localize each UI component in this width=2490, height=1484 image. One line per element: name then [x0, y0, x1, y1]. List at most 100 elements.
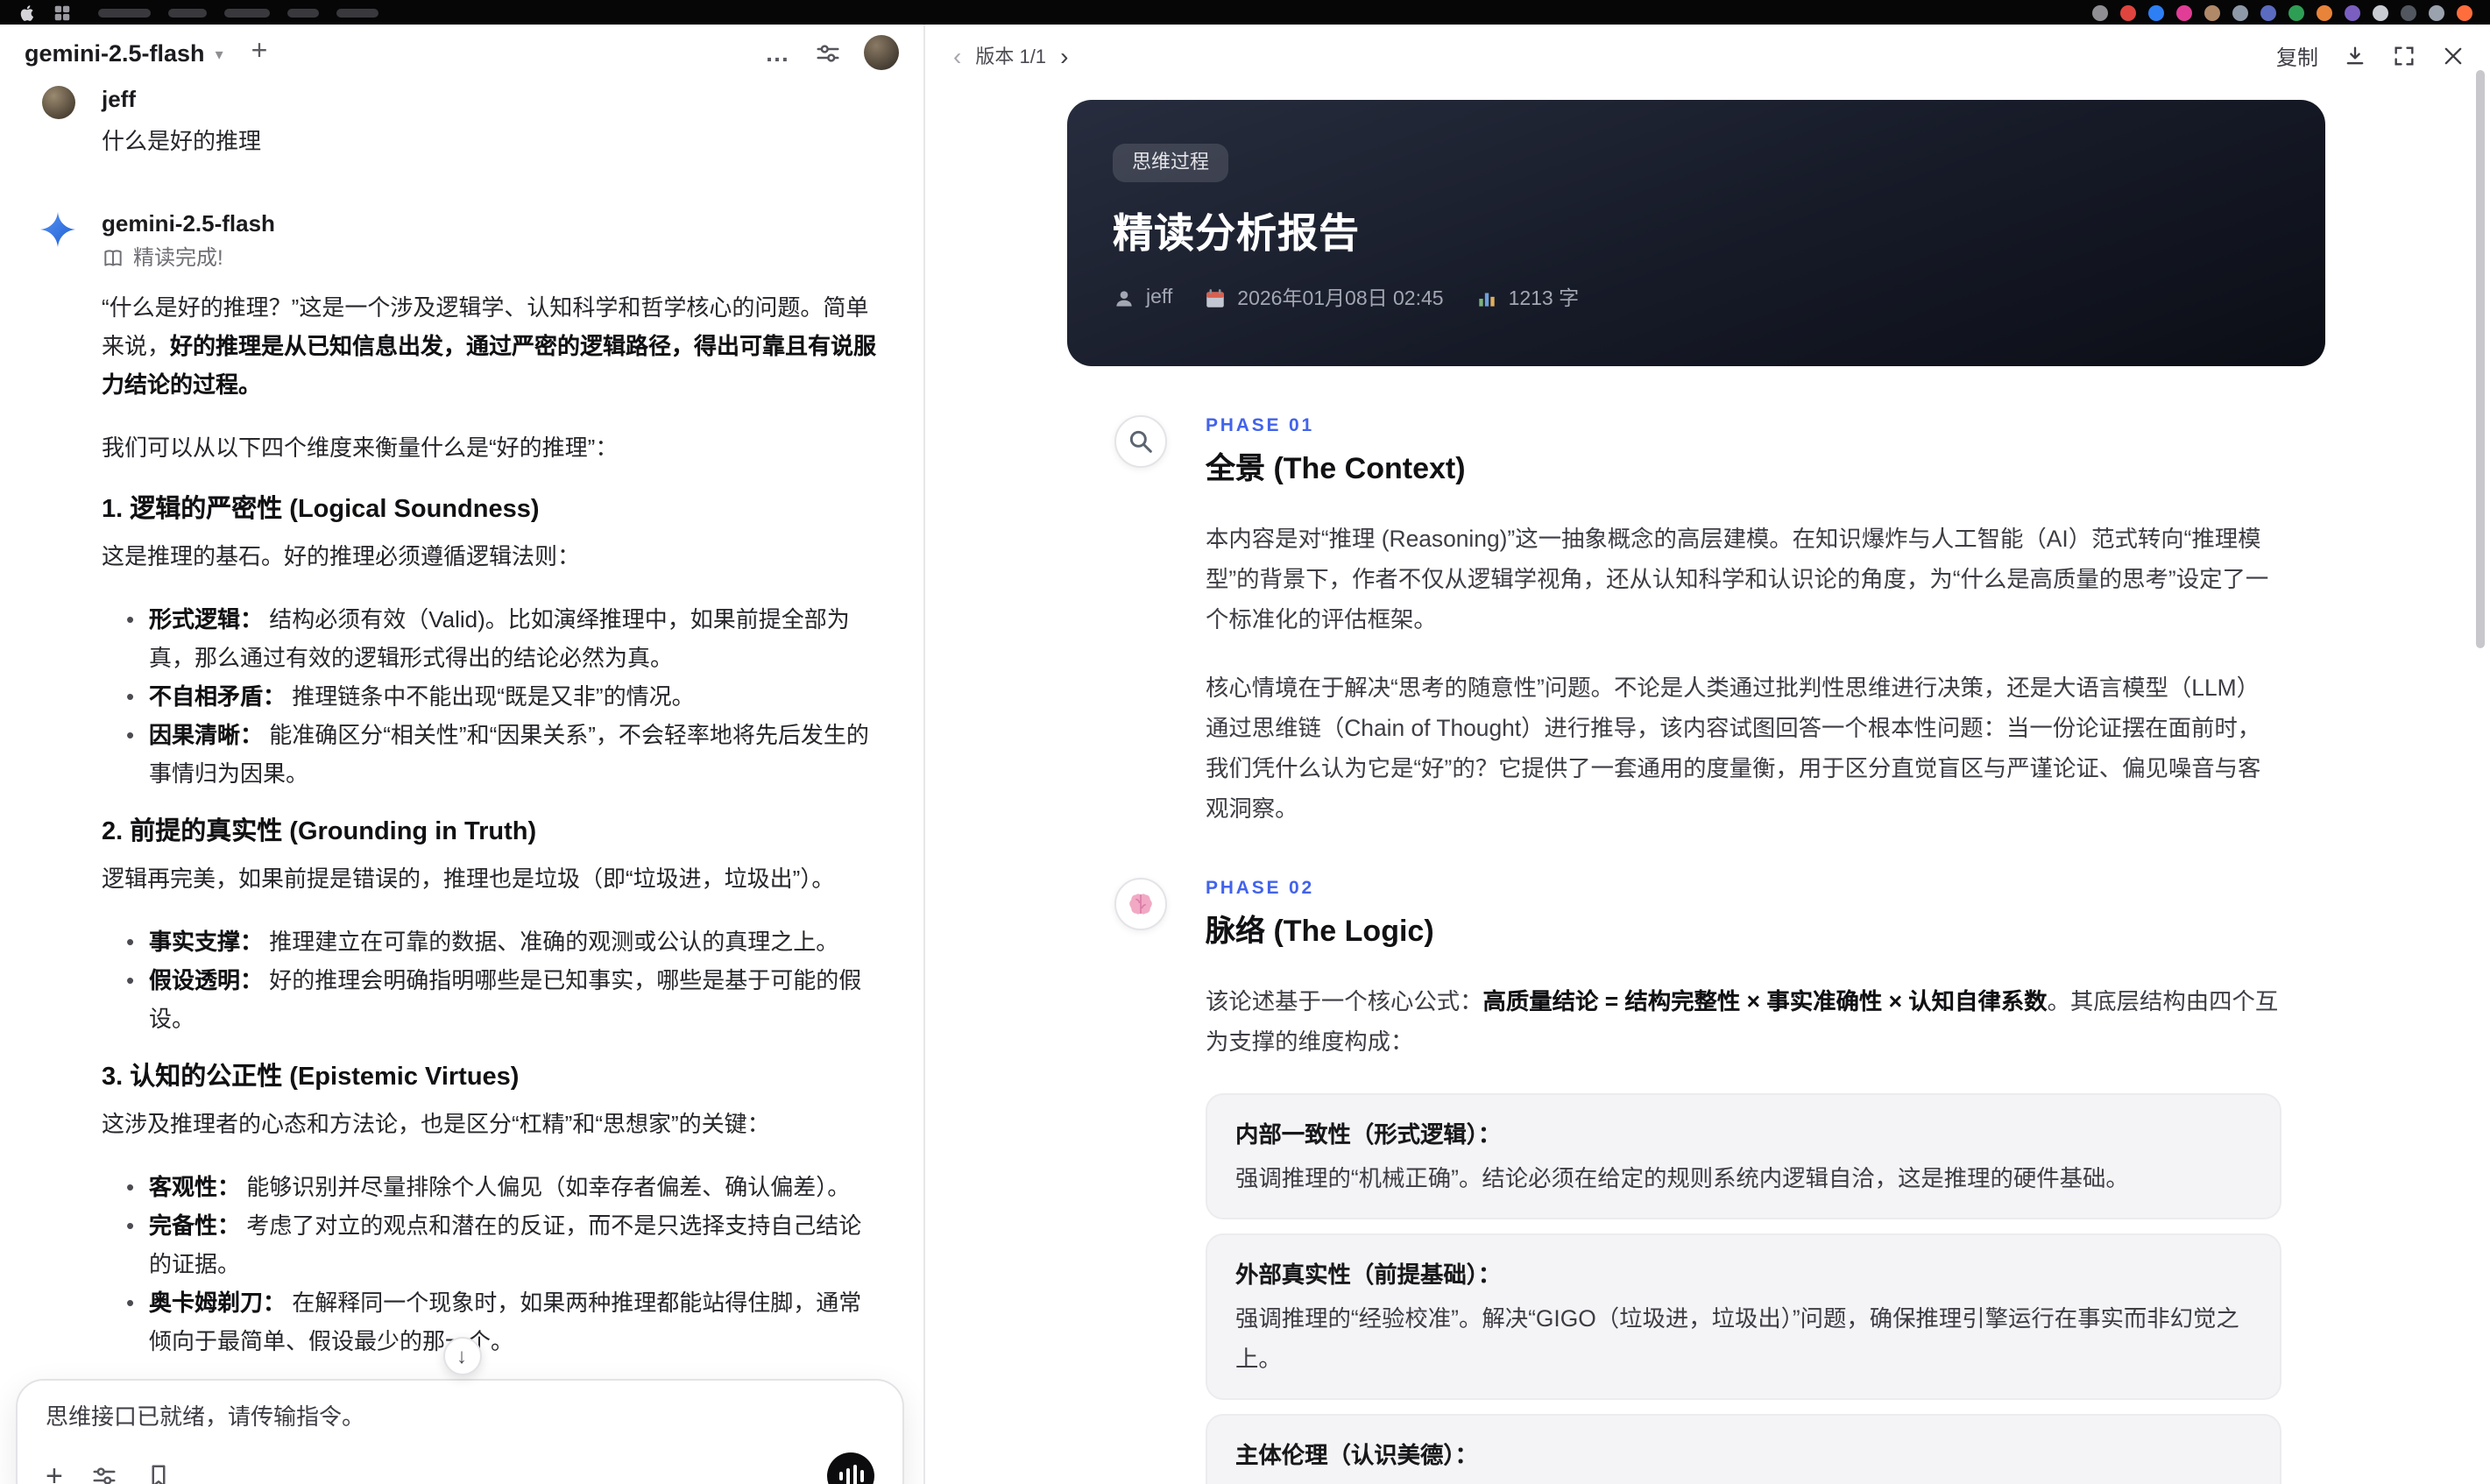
apple-icon[interactable]: [18, 3, 37, 22]
chart-icon: [1475, 286, 1498, 309]
author-name: jeff: [1146, 287, 1173, 308]
bullet-item: 形式逻辑： 结构必须有效（Valid)。比如演绎推理中，如果前提全部为真，那么通…: [126, 601, 878, 678]
report-title: 精读分析报告: [1113, 210, 1360, 256]
version-prev-button[interactable]: ‹: [950, 44, 965, 68]
word-count: 1213 字: [1508, 289, 1580, 310]
bullet-item: 事实支撑： 推理建立在可靠的数据、准确的观测或公认的真理之上。: [126, 923, 878, 962]
bookmark-icon[interactable]: [145, 1463, 172, 1484]
phase-title: 脉络 (The Logic): [1206, 915, 1434, 948]
search-icon: [1114, 415, 1167, 468]
reading-status: 精读完成!: [102, 245, 878, 272]
close-icon[interactable]: [2441, 44, 2465, 68]
phase-paragraph: 核心情境在于解决“思考的随意性”问题。不论是人类通过批判性思维进行决策，还是大语…: [1206, 675, 2261, 822]
phase-paragraph: 本内容是对“推理 (Reasoning)”这一抽象概念的高层建模。在知识爆炸与人…: [1206, 526, 2269, 632]
status-app-icon-6[interactable]: [2232, 4, 2248, 20]
phase-content: PHASE 02 脉络 (The Logic) 该论述基于一个核心公式：高质量结论 …: [1206, 878, 2281, 1484]
message-author: gemini-2.5-flash: [102, 210, 275, 237]
status-app-icon-14[interactable]: [2457, 4, 2472, 20]
document-view[interactable]: 思维过程 精读分析报告 jeff 2026年01月08日 02:45 1213 …: [925, 82, 2490, 1484]
section-lead: 这涉及推理者的心态和方法论，也是区分“杠精”和“思想家”的关键：: [102, 1111, 770, 1137]
composer: +: [16, 1379, 904, 1484]
card-title: 外部真实性（前提基础）：: [1235, 1261, 1502, 1288]
bullet-item: 因果清晰： 能准确区分“相关性”和“因果关系”，不会轻率地将先后发生的事情归为因…: [126, 717, 878, 794]
menu-item[interactable]: [287, 8, 319, 17]
bullet-item: 客观性： 能够识别并尽量排除个人偏见（如幸存者偏差、确认偏差）。: [126, 1169, 878, 1207]
report-badge: 思维过程: [1113, 144, 1228, 182]
voice-input-button[interactable]: [827, 1452, 874, 1484]
report-date: 2026年01月08日 02:45: [1237, 289, 1444, 310]
status-app-icon-2[interactable]: [2120, 4, 2136, 20]
chevron-down-icon[interactable]: ▾: [216, 45, 223, 64]
date-meta: 2026年01月08日 02:45: [1204, 284, 1444, 312]
phase-content: PHASE 01 全景 (The Context) 本内容是对“推理 (Reason…: [1206, 415, 2281, 829]
status-app-icon-5[interactable]: [2204, 4, 2220, 20]
status-app-icon-12[interactable]: [2401, 4, 2416, 20]
bullet-list: 客观性： 能够识别并尽量排除个人偏见（如幸存者偏差、确认偏差）。完备性： 考虑了…: [102, 1169, 878, 1361]
more-options-button[interactable]: …: [765, 39, 792, 67]
menu-items: [98, 8, 378, 17]
report-meta: jeff 2026年01月08日 02:45 1213 字: [1113, 284, 2280, 312]
phase-1: PHASE 01 全景 (The Context) 本内容是对“推理 (Reason…: [1114, 415, 2325, 829]
wordcount-meta: 1213 字: [1475, 284, 1580, 312]
app-window: gemini-2.5-flash ▾ + … jeff 什么是好的推理 gemi…: [0, 25, 2490, 1484]
status-app-icon-4[interactable]: [2176, 4, 2192, 20]
status-app-icon-3[interactable]: [2148, 4, 2164, 20]
status-app-icon-9[interactable]: [2317, 4, 2332, 20]
message-input[interactable]: [46, 1402, 874, 1428]
menu-item[interactable]: [98, 8, 151, 17]
tune-icon[interactable]: [91, 1463, 117, 1484]
menu-item[interactable]: [336, 8, 378, 17]
gemini-star-icon: [39, 210, 77, 249]
sliders-icon[interactable]: [815, 39, 841, 66]
phase-paragraph: 该论述基于一个核心公式：高质量结论 = 结构完整性 × 事实准确性 × 认知自律…: [1206, 988, 2279, 1055]
copy-button[interactable]: 复制: [2276, 41, 2318, 71]
status-app-icon-1[interactable]: [2092, 4, 2108, 20]
artifact-panel: ‹ 版本 1/1 › 复制 思维过程 精读分析报告 jeff 2026年01月0…: [925, 25, 2490, 1484]
dimension-card: 内部一致性（形式逻辑）： 强调推理的“机械正确”。结论必须在给定的规则系统内逻辑自…: [1206, 1093, 2281, 1219]
status-app-icon-7[interactable]: [2260, 4, 2276, 20]
phase-label: PHASE 01: [1206, 415, 1314, 436]
new-chat-button[interactable]: +: [251, 38, 268, 67]
report-header-card: 思维过程 精读分析报告 jeff 2026年01月08日 02:45 1213 …: [1067, 100, 2325, 366]
section-heading: 1. 逻辑的严密性 (Logical Soundness): [102, 496, 540, 524]
artifact-actions: 复制: [2276, 41, 2465, 71]
menu-bar: [0, 0, 2490, 25]
user-message: jeff 什么是好的推理: [0, 81, 923, 158]
scrollbar-thumb[interactable]: [2476, 70, 2485, 648]
status-app-icon-8[interactable]: [2288, 4, 2304, 20]
status-app-icon-11[interactable]: [2373, 4, 2388, 20]
card-body: 强调推理的“经验校准”。解决“GIGO（垃圾进，垃圾出）”问题，确保推理引擎运行…: [1235, 1305, 2239, 1372]
author-meta: jeff: [1113, 286, 1172, 309]
dimension-card: 外部真实性（前提基础）： 强调推理的“经验校准”。解决“GIGO（垃圾进，垃圾出）…: [1206, 1233, 2281, 1400]
message-text: 什么是好的推理: [102, 128, 262, 154]
chat-header-actions: …: [765, 35, 899, 70]
bullet-item: 假设透明： 好的推理会明确指明哪些是已知事实，哪些是基于可能的假设。: [126, 962, 878, 1039]
section-lead: 逻辑再完美，如果前提是错误的，推理也是垃圾（即“垃圾进，垃圾出”）。: [102, 866, 835, 892]
bullet-item: 完备性： 考虑了对立的观点和潜在的反证，而不是只选择支持自己结论的证据。: [126, 1207, 878, 1284]
menubar-app-icons: [2092, 4, 2472, 20]
grid-icon[interactable]: [53, 3, 72, 22]
chat-scroll-area[interactable]: jeff 什么是好的推理 gemini-2.5-flash 精读完成! “什么是…: [0, 81, 923, 1484]
chat-panel: gemini-2.5-flash ▾ + … jeff 什么是好的推理 gemi…: [0, 25, 925, 1484]
composer-actions: +: [46, 1452, 874, 1484]
status-app-icon-13[interactable]: [2429, 4, 2444, 20]
version-next-button[interactable]: ›: [1057, 44, 1072, 68]
expand-icon[interactable]: [2392, 44, 2416, 68]
menu-item[interactable]: [168, 8, 207, 17]
scroll-to-bottom-button[interactable]: ↓: [442, 1337, 481, 1375]
attach-button[interactable]: +: [46, 1460, 63, 1484]
phase-title: 全景 (The Context): [1206, 452, 1466, 485]
avatar: [42, 86, 75, 119]
message-author: jeff: [102, 86, 136, 112]
section-heading: 3. 认知的公正性 (Epistemic Virtues): [102, 1064, 520, 1092]
model-selector[interactable]: gemini-2.5-flash: [25, 39, 205, 66]
person-icon: [1113, 286, 1135, 309]
book-icon: [102, 247, 124, 270]
menu-item[interactable]: [224, 8, 270, 17]
status-app-icon-10[interactable]: [2345, 4, 2360, 20]
version-label: 版本 1/1: [975, 47, 1047, 68]
assistant-paragraph: 我们可以从以下四个维度来衡量什么是“好的推理”：: [102, 435, 619, 461]
download-icon[interactable]: [2343, 44, 2367, 68]
assistant-body: “什么是好的推理？”这是一个涉及逻辑学、认知科学和哲学核心的问题。简单来说，好的…: [102, 289, 878, 1484]
user-avatar[interactable]: [864, 35, 899, 70]
